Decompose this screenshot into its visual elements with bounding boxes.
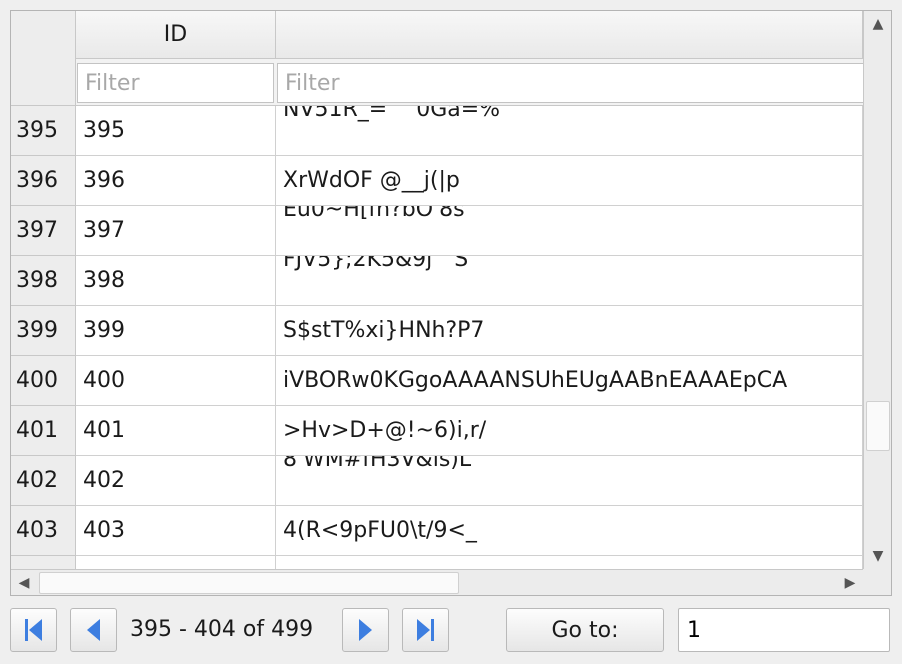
first-page-icon [25, 619, 42, 641]
cell-value[interactable]: XrWdOF @__j(|p [276, 156, 863, 206]
cell-value[interactable]: >Hv>D+@!~6)i,r/ [276, 406, 863, 456]
filter-row [76, 59, 867, 106]
go-to-button[interactable]: Go to: [506, 608, 664, 652]
row-number-header[interactable]: 403 [11, 506, 76, 556]
cell-id[interactable]: 400 [76, 356, 276, 406]
next-page-icon [359, 619, 372, 641]
row-number-header[interactable]: 396 [11, 156, 76, 206]
filter-input-id[interactable] [77, 63, 274, 103]
cell-id[interactable]: 401 [76, 406, 276, 456]
table-row[interactable]: 401 401 >Hv>D+@!~6)i,r/ [11, 406, 863, 456]
vertical-scroll-thumb[interactable] [866, 401, 890, 451]
cell-value[interactable]: iVBORw0KGgoAAAANSUhEUgAABnEAAAEpCA [276, 356, 863, 406]
scroll-down-arrow-icon[interactable]: ▼ [864, 543, 891, 569]
table-corner [11, 11, 76, 106]
cell-value-text: NV51R_=`` 0Ga=% [283, 106, 501, 122]
row-number-header[interactable]: 402 [11, 456, 76, 506]
column-header-id[interactable]: ID [76, 11, 276, 59]
table-row[interactable]: 396 396 XrWdOF @__j(|p [11, 156, 863, 206]
cell-value-text: XrWdOF @__j(|p [283, 168, 460, 193]
cell-value-text: FJV5};2K5&9j``S [283, 256, 469, 272]
cell-value-text: 4(R<9pFU0\t/9<_ [283, 518, 477, 543]
page-range-label: 395 - 404 of 499 [130, 617, 314, 642]
cell-value-text: >Hv>D+@!~6)i,r/ [283, 418, 487, 443]
cell-value-text: Eu0~H[fh?bO'8s [283, 206, 465, 222]
horizontal-scroll-thumb[interactable] [39, 572, 459, 594]
cell-value-text: 8'WM#fH3V&ls)L [283, 456, 472, 472]
previous-page-icon [87, 619, 100, 641]
cell-value-text: iVBORw0KGgoAAAANSUhEUgAABnEAAAEpCA [283, 368, 788, 393]
scroll-right-arrow-icon[interactable]: ▶ [837, 570, 863, 595]
table-row[interactable]: 402 402 8'WM#fH3V&ls)L [11, 456, 863, 506]
cell-id[interactable]: 396 [76, 156, 276, 206]
go-to-page-input[interactable] [678, 608, 890, 652]
cell-value[interactable]: S$stT%xi}HNh?P7 [276, 306, 863, 356]
cell-id[interactable]: 399 [76, 306, 276, 356]
table-row[interactable]: 403 403 4(R<9pFU0\t/9<_ [11, 506, 863, 556]
pagination-bar: 395 - 404 of 499 Go to: [10, 608, 892, 654]
last-page-icon [417, 619, 434, 641]
last-page-button[interactable] [402, 608, 449, 652]
cell-id[interactable]: 402 [76, 456, 276, 506]
cell-id[interactable]: 395 [76, 106, 276, 156]
cell-value[interactable]: Eu0~H[fh?bO'8s [276, 206, 863, 256]
horizontal-scrollbar[interactable]: ◀ ▶ [11, 569, 863, 595]
next-page-button[interactable] [342, 608, 389, 652]
row-number-header[interactable]: 395 [11, 106, 76, 156]
cell-value-text: S$stT%xi}HNh?P7 [283, 318, 485, 343]
table-body: 395 395 NV51R_=`` 0Ga=% 396 396 XrWdOF @__j(|… [11, 106, 863, 569]
row-number-header[interactable]: 398 [11, 256, 76, 306]
row-number-header[interactable]: 399 [11, 306, 76, 356]
cell-value[interactable]: FJV5};2K5&9j``S [276, 256, 863, 306]
cell-value[interactable]: 4(R<9pFU0\t/9<_ [276, 506, 863, 556]
scroll-up-arrow-icon[interactable]: ▲ [864, 11, 891, 37]
row-number-header[interactable] [11, 556, 76, 569]
cell-id[interactable]: 398 [76, 256, 276, 306]
table-row[interactable]: 397 397 Eu0~H[fh?bO'8s [11, 206, 863, 256]
scroll-left-arrow-icon[interactable]: ◀ [11, 570, 37, 595]
table-row[interactable]: 395 395 NV51R_=`` 0Ga=% [11, 106, 863, 156]
table-row[interactable]: 398 398 FJV5};2K5&9j``S [11, 256, 863, 306]
filter-input-value[interactable] [277, 63, 867, 103]
cell-value[interactable]: 8'WM#fH3V&ls)L [276, 456, 863, 506]
cell-id[interactable]: 403 [76, 506, 276, 556]
scroll-corner [863, 569, 891, 595]
cell-id[interactable] [76, 556, 276, 569]
row-number-header[interactable]: 400 [11, 356, 76, 406]
previous-page-button[interactable] [70, 608, 117, 652]
table-row[interactable] [11, 556, 863, 569]
cell-id[interactable]: 397 [76, 206, 276, 256]
table-row[interactable]: 400 400 iVBORw0KGgoAAAANSUhEUgAABnEAAAEpCA [11, 356, 863, 406]
row-number-header[interactable]: 397 [11, 206, 76, 256]
row-number-header[interactable]: 401 [11, 406, 76, 456]
cell-value[interactable]: NV51R_=`` 0Ga=% [276, 106, 863, 156]
data-table: ID 395395 NV51R_=`` 0Ga=% 396396 XrWdOF @__… [10, 10, 892, 596]
table-row[interactable]: 399 399 S$stT%xi}HNh?P7 [11, 306, 863, 356]
cell-value[interactable] [276, 556, 863, 569]
vertical-scrollbar[interactable]: ▲ ▼ [863, 11, 891, 569]
column-header-value[interactable] [276, 11, 863, 59]
first-page-button[interactable] [10, 608, 57, 652]
